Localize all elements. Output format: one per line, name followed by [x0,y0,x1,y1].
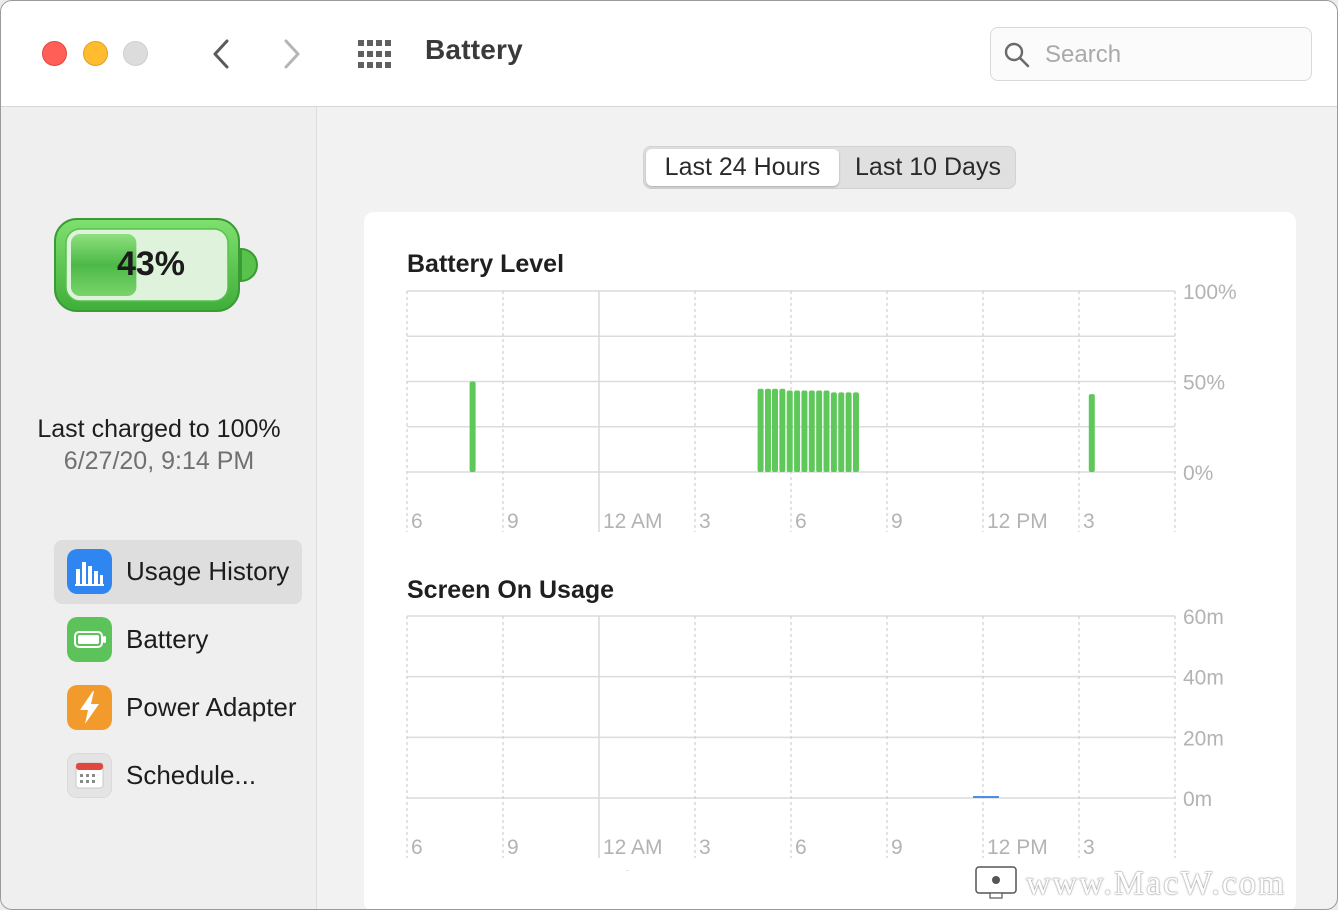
monitor-logo-icon [975,866,1017,899]
last-charged-date: 6/27/20, 9:14 PM [63,447,255,475]
x-tick-label: 9 [507,836,519,859]
usage-bar [973,796,999,798]
watermark: www.MacW.com [974,863,1334,903]
x-tick-label: 6 [411,510,423,533]
date-label: Jul 1 [603,868,647,871]
battery-bar [816,390,823,472]
x-tick-label: 3 [1083,510,1095,533]
sidebar-item-usage-history[interactable]: Usage History [54,540,302,604]
y-tick-label: 100% [1183,281,1237,304]
battery-bar [772,388,778,472]
bar-chart-icon [67,549,112,594]
sidebar: 43% Last charged to 100% 6/27/20, 9:14 P… [1,107,317,909]
battery-bar [830,392,837,472]
tab-last-10-days[interactable]: Last 10 Days [843,149,1013,186]
show-all-button[interactable] [357,39,393,69]
x-tick-label: 12 PM [987,836,1048,859]
calendar-icon [67,753,112,798]
x-tick-label: 6 [795,836,807,859]
battery-bar [801,390,808,472]
close-button[interactable] [42,41,67,66]
time-range-segmented-control: Last 24 Hours Last 10 Days [643,146,1016,189]
title-bar: Battery [1,1,1337,107]
x-tick-label: 3 [699,836,711,859]
x-tick-label: 6 [411,836,423,859]
battery-level-chart: 6 9 12 AM 3 6 9 12 PM 3 100% 50% 0% [406,281,1237,533]
battery-bar [808,390,815,472]
x-tick-label: 3 [699,510,711,533]
search-input[interactable] [1043,38,1297,72]
watermark-text: www.MacW.com [1026,865,1287,902]
sidebar-item-power-adapter[interactable]: Power Adapter [54,676,302,740]
battery-icon [67,617,112,662]
battery-bar [845,392,852,472]
chevron-left-icon [213,39,229,69]
grid-icon [358,40,391,68]
y-tick-label: 0m [1183,788,1212,811]
battery-bar [838,392,845,472]
x-tick-label: 6 [795,510,807,533]
last-charged-label: Last charged to 100% [37,415,281,443]
battery-bar [779,388,786,472]
screen-on-usage-chart-title: Screen On Usage [407,576,615,604]
x-tick-label: 9 [891,836,903,859]
x-tick-label: 12 AM [603,510,663,533]
battery-bar [764,388,771,472]
battery-bar [823,390,830,472]
date-label: Jun 30 [411,868,474,871]
sidebar-item-label: Usage History [126,556,290,586]
battery-bar [786,390,793,472]
back-button[interactable] [205,37,237,71]
battery-bar [469,381,476,472]
tab-last-24-hours[interactable]: Last 24 Hours [646,149,839,186]
sidebar-item-label: Battery [126,624,209,654]
battery-percentage: 43% [116,245,186,283]
battery-bar [757,388,764,472]
zoom-button[interactable] [123,41,148,66]
sidebar-item-label: Schedule... [126,760,257,790]
forward-button[interactable] [276,37,308,71]
y-tick-label: 0% [1183,462,1213,485]
minimize-button[interactable] [83,41,108,66]
y-tick-label: 40m [1183,667,1224,690]
x-tick-label: 9 [891,510,903,533]
sidebar-item-label: Power Adapter [126,692,297,722]
battery-bar [794,390,801,472]
chevron-right-icon [284,39,300,69]
battery-bar [852,392,859,472]
x-tick-label: 3 [1083,836,1095,859]
window-title: Battery [425,34,523,65]
sidebar-item-battery[interactable]: Battery [54,608,302,672]
lightning-icon [67,685,112,730]
y-tick-label: 60m [1183,606,1224,629]
x-tick-label: 9 [507,510,519,533]
battery-level-chart-title: Battery Level [407,250,565,278]
search-icon [1004,42,1030,68]
x-tick-label: 12 PM [987,510,1048,533]
battery-bar [1088,394,1095,472]
search-field[interactable] [990,27,1312,81]
y-tick-label: 50% [1183,372,1225,395]
x-tick-label: 12 AM [603,836,663,859]
sidebar-item-schedule[interactable]: Schedule... [54,744,302,808]
battery-preferences-window: Battery 43% Last char [0,0,1338,910]
screen-on-usage-chart: 6 9 12 AM 3 6 9 12 PM 3 Jun 30 Jul 1 60m 40m 20m 0m [406,606,1224,871]
y-tick-label: 20m [1183,727,1224,750]
